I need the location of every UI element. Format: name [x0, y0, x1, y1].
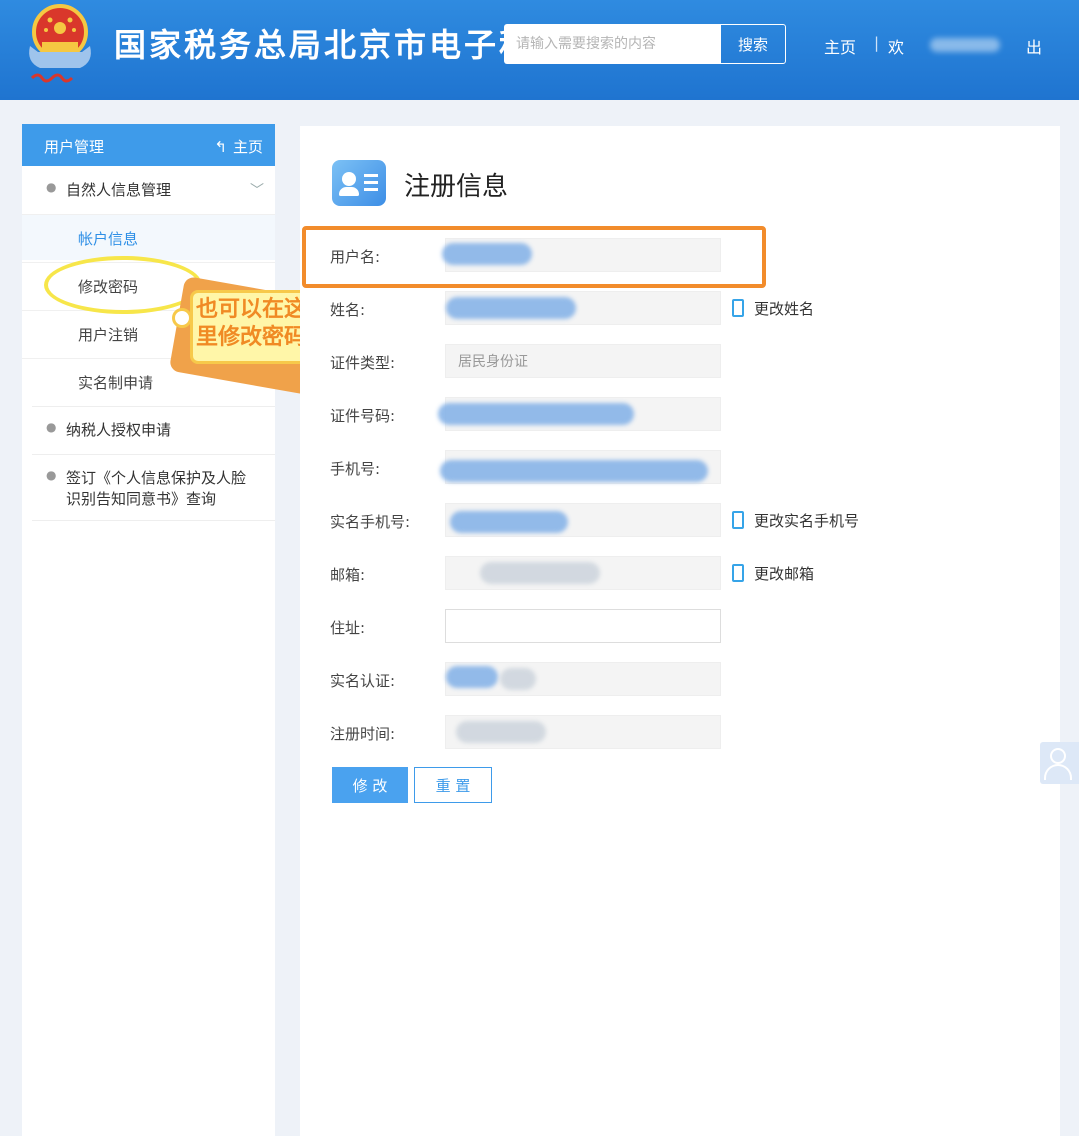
redacted-value	[450, 511, 568, 533]
sidebar-item-account-info[interactable]: 帐户信息	[22, 214, 275, 260]
address-label: 住址:	[330, 619, 366, 637]
id-type-label: 证件类型:	[330, 354, 396, 372]
sidebar-home-label: 主页	[232, 138, 263, 156]
change-name-label: 更改姓名	[754, 300, 815, 318]
email-label: 邮箱:	[330, 566, 366, 584]
change-real-name-phone-link[interactable]: 更改实名手机号	[732, 510, 859, 531]
bullet-icon: ●	[46, 468, 57, 482]
change-name-link[interactable]: 更改姓名	[732, 298, 814, 319]
nav-home-link[interactable]: 主页	[824, 34, 856, 58]
divider	[32, 520, 275, 521]
change-email-link[interactable]: 更改邮箱	[732, 563, 814, 584]
user-body-icon	[1044, 764, 1072, 780]
redacted-value	[446, 666, 498, 688]
nav-separator: |	[874, 34, 880, 52]
redacted-value	[446, 297, 576, 319]
id-number-label: 证件号码:	[330, 407, 396, 425]
page-title: 注册信息	[404, 172, 509, 202]
logout-link[interactable]: 出	[1026, 34, 1042, 58]
id-card-icon	[332, 160, 386, 206]
redacted-username	[930, 38, 1000, 52]
sidebar-group-label: 自然人信息管理	[66, 181, 172, 199]
redacted-value	[438, 403, 634, 425]
change-email-label: 更改邮箱	[754, 565, 815, 583]
sidebar-item-label: 实名制申请	[78, 374, 154, 392]
annotation-tag-hole	[172, 308, 192, 328]
name-label: 姓名:	[330, 301, 366, 319]
phone-icon	[732, 299, 744, 317]
phone-icon	[732, 511, 744, 529]
back-arrow-icon: ↰	[214, 138, 227, 156]
nav-user-greeting: 欢	[888, 38, 905, 57]
site-title: 国家税务总局北京市电子税	[114, 26, 506, 64]
real-name-phone-label: 实名手机号:	[330, 513, 411, 531]
real-name-auth-label: 实名认证:	[330, 672, 396, 690]
redacted-value	[480, 562, 600, 584]
redacted-value	[440, 460, 708, 482]
phone-icon	[732, 564, 744, 582]
bullet-icon: ●	[46, 180, 57, 194]
divider	[32, 454, 275, 455]
chevron-down-icon[interactable]: ﹀	[250, 180, 264, 200]
redacted-value	[456, 721, 546, 743]
id-type-field[interactable]	[445, 344, 721, 378]
bullet-icon: ●	[46, 420, 57, 434]
username-label: 用户名:	[330, 248, 381, 266]
sidebar-item-label: 用户注销	[78, 326, 139, 344]
change-real-name-phone-label: 更改实名手机号	[754, 512, 860, 530]
sidebar-home-link[interactable]: ↰ 主页	[214, 136, 263, 157]
redacted-value	[442, 243, 532, 265]
sidebar-header: 用户管理 ↰ 主页	[22, 124, 275, 166]
reset-button[interactable]: 重 置	[414, 767, 492, 803]
modify-button[interactable]: 修 改	[332, 767, 408, 803]
register-time-label: 注册时间:	[330, 725, 396, 743]
sidebar-group-label: 签订《个人信息保护及人脸识别告知同意书》查询	[66, 469, 247, 508]
divider	[32, 406, 275, 407]
sidebar-item-label: 帐户信息	[78, 230, 139, 248]
search-button[interactable]: 搜索	[720, 24, 786, 64]
annotation-circle	[44, 256, 202, 314]
phone-label: 手机号:	[330, 460, 381, 478]
redacted-value	[500, 668, 536, 690]
user-icon	[1050, 748, 1066, 764]
national-emblem-icon	[29, 4, 91, 83]
search-input[interactable]	[504, 24, 720, 64]
top-header: 国家税务总局北京市电子税 搜索 主页 | 欢 出	[0, 0, 1079, 100]
sidebar-title: 用户管理	[44, 138, 105, 156]
address-field[interactable]	[445, 609, 721, 643]
customer-service-float-button[interactable]	[1040, 742, 1079, 784]
sidebar-group-label: 纳税人授权申请	[66, 421, 172, 439]
